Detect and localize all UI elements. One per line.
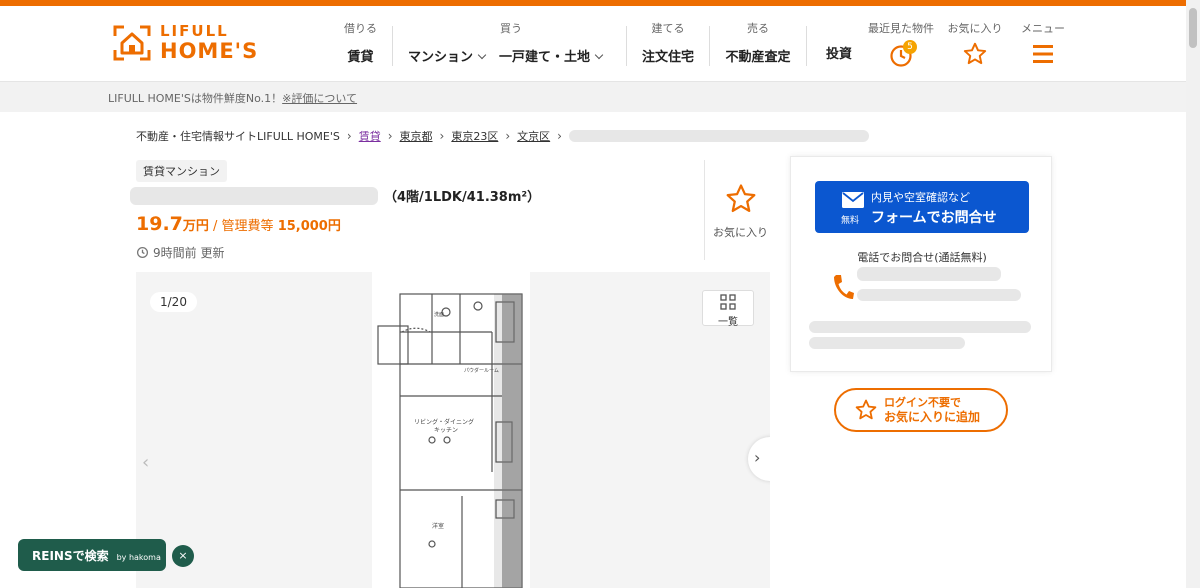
form-big-label: フォームでお問合せ (871, 210, 997, 226)
phone-number-redacted[interactable] (857, 267, 1001, 281)
star-icon (963, 42, 987, 65)
reins-search-button[interactable]: REINSで検索 by hakoma (18, 539, 166, 571)
form-inquiry-button[interactable]: 無料 内見や空室確認など フォームでお問合せ (815, 181, 1029, 233)
svg-text:洗面: 洗面 (434, 311, 444, 318)
fee-label: / 管理費等 (208, 219, 278, 234)
photo-list-button[interactable]: 一覧 (702, 290, 754, 328)
svg-text:キッチン: キッチン (434, 427, 458, 434)
svg-text:リビング・ダイニング: リビング・ダイニング (414, 418, 474, 426)
login-free-favorite-button[interactable]: ログイン不要で お気に入りに追加 (834, 388, 1008, 432)
phone-caption: 電話でお問合せ(通話無料) (857, 251, 987, 264)
agency-info-redacted (809, 321, 1031, 333)
nav-buy: 買う マンション 一戸建て・土地 (408, 20, 614, 65)
phone-icon (834, 275, 854, 299)
nav-sell-caption: 売る (747, 22, 769, 35)
free-label: 無料 (841, 216, 860, 226)
updated-info: 9時間前 更新 (136, 244, 224, 261)
breadcrumb-tokyo[interactable]: 東京都 (400, 128, 433, 144)
rent-value: 19.7 (136, 213, 183, 235)
evaluation-link[interactable]: ※評価について (282, 92, 357, 105)
property-spec: （4階/1LDK/41.38m²） (384, 190, 541, 205)
breadcrumb-23ku[interactable]: 東京23区 (451, 128, 498, 144)
nav-sell[interactable]: 売る 不動産査定 (725, 20, 791, 65)
breadcrumb-home[interactable]: 不動産・住宅情報サイトLIFULL HOME'S (136, 128, 340, 144)
recent-badge: 5 (903, 40, 917, 54)
star-icon (726, 184, 755, 213)
nav-buy-mansion[interactable]: マンション (408, 46, 487, 65)
reins-close-button[interactable]: × (172, 545, 194, 567)
agency-info-redacted-2 (809, 337, 965, 349)
favorite-label: お気に入り (713, 226, 768, 239)
property-type-tag: 賃貸マンション (136, 160, 227, 182)
house-logo-icon (113, 25, 151, 61)
star-icon (855, 399, 877, 420)
login-fav-line1: ログイン不要で (884, 396, 961, 409)
price-line: 19.7万円 / 管理費等 15,000円 (136, 213, 341, 235)
gallery-prev-button[interactable]: ‹ (142, 452, 149, 473)
favorite-toggle[interactable]: お気に入り (704, 160, 776, 260)
phone-note-redacted (857, 289, 1021, 301)
nav-divider (626, 26, 627, 66)
rent-unit: 万円 (182, 219, 209, 234)
nav-sell-label: 不動産査定 (725, 50, 791, 65)
chevron-down-icon (477, 50, 487, 60)
form-small-label: 内見や空室確認など (871, 191, 970, 204)
recent-caption: 最近見た物件 (868, 22, 934, 35)
nav-build[interactable]: 建てる 注文住宅 (642, 20, 694, 65)
nav-rent-label[interactable]: 賃貸 (344, 46, 377, 65)
breadcrumb: 不動産・住宅情報サイトLIFULL HOME'S › 賃貸 › 東京都 › 東京23区… (136, 128, 869, 144)
reins-label: REINSで検索 (32, 549, 109, 563)
mail-icon (842, 192, 864, 208)
breadcrumb-property-redacted (568, 130, 869, 142)
svg-text:パウダールーム: パウダールーム (464, 367, 499, 374)
favorites-button[interactable]: お気に入り (946, 20, 1004, 71)
grid-icon (720, 294, 736, 310)
photo-gallery[interactable]: リビング・ダイニング キッチン 洗面 パウダールーム 洋室 1/20 一覧 ‹ … (136, 272, 770, 588)
nav-divider (709, 26, 710, 66)
nav-invest-label: 投資 (825, 47, 852, 62)
logo-line2: HOME'S (160, 39, 259, 63)
menu-caption: メニュー (1021, 22, 1065, 35)
favorites-caption: お気に入り (947, 22, 1003, 35)
nav-build-label: 注文住宅 (642, 50, 695, 65)
hamburger-icon (1033, 45, 1053, 63)
nav-invest[interactable]: 投資 (824, 20, 854, 62)
contact-card: 無料 内見や空室確認など フォームでお問合せ 電話でお問合せ(通話無料) (790, 156, 1052, 372)
nav-buy-house-label: 一戸建て・土地 (499, 50, 591, 65)
nav-rent[interactable]: 借りる 賃貸 (344, 20, 377, 65)
login-fav-line2: お気に入りに追加 (884, 410, 981, 424)
property-title: （4階/1LDK/41.38m²） (130, 186, 540, 205)
photo-counter: 1/20 (150, 292, 197, 312)
nav-buy-house[interactable]: 一戸建て・土地 (499, 46, 604, 65)
breadcrumb-bunkyo[interactable]: 文京区 (517, 128, 550, 144)
photo-list-label: 一覧 (718, 317, 738, 328)
freshness-notice: LIFULL HOME'Sは物件鮮度No.1！※評価について (0, 82, 1186, 112)
gallery-next-button[interactable]: › (748, 437, 770, 481)
recent-viewed-button[interactable]: 最近見た物件 5 (866, 20, 936, 68)
reins-by: by hakoma (116, 553, 161, 562)
logo-line1: LIFULL (160, 22, 229, 40)
history-icon (136, 246, 149, 259)
nav-buy-caption: 買う (500, 22, 522, 35)
floor-plan-image: リビング・ダイニング キッチン 洗面 パウダールーム 洋室 (372, 272, 530, 588)
nav-build-caption: 建てる (651, 22, 685, 35)
property-name-redacted (130, 186, 378, 205)
scrollbar[interactable] (1186, 0, 1200, 588)
menu-button[interactable]: メニュー (1018, 20, 1068, 69)
chevron-down-icon (594, 50, 604, 60)
breadcrumb-rent[interactable]: 賃貸 (359, 128, 381, 144)
notice-text: LIFULL HOME'Sは物件鮮度No.1！ (108, 92, 283, 105)
updated-text: 9時間前 更新 (153, 246, 225, 260)
nav-divider (392, 26, 393, 66)
scrollbar-thumb[interactable] (1189, 8, 1197, 48)
nav-divider (806, 26, 807, 66)
nav-buy-mansion-label: マンション (408, 50, 474, 65)
svg-text:洋室: 洋室 (432, 522, 444, 530)
nav-rent-caption: 借りる (344, 22, 377, 35)
fee-value: 15,000円 (277, 219, 341, 234)
site-logo[interactable]: LIFULL HOME'S (112, 24, 258, 62)
site-header: LIFULL HOME'S 借りる 賃貸 買う マンション 一戸建て・土地 建て… (0, 6, 1186, 82)
